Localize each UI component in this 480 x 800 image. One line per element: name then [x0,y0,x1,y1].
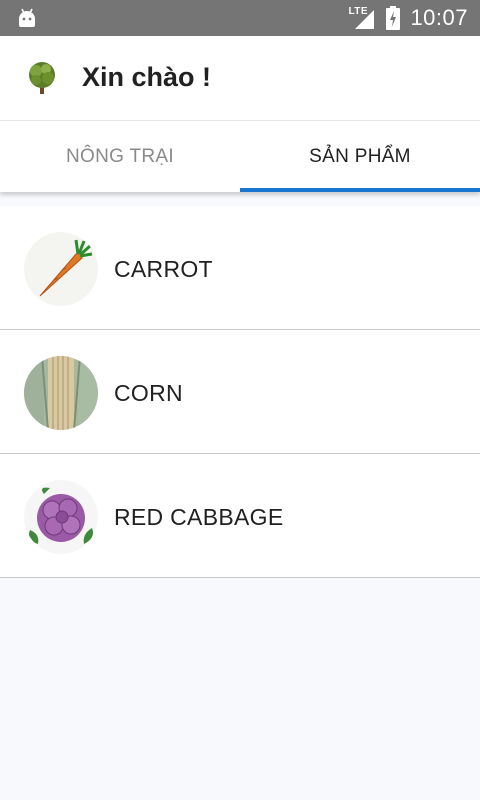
tab-san-pham[interactable]: SẢN PHẨM [240,121,480,192]
signal-icon: LTE [348,6,376,30]
page-title: Xin chào ! [82,62,212,92]
tab-nong-trai[interactable]: NÔNG TRẠI [0,121,240,192]
product-name: CORN [114,380,183,406]
product-name: RED CABBAGE [114,504,284,530]
tab-bar: NÔNG TRẠI SẢN PHẨM [0,120,480,192]
list-item-carrot[interactable]: CARROT [0,206,480,330]
list-item-corn[interactable]: CORN [0,330,480,454]
status-bar: LTE 10:07 [0,0,480,36]
list-item-red-cabbage[interactable]: RED CABBAGE [0,454,480,578]
battery-icon [386,6,401,30]
tree-icon [29,62,55,94]
clock: 10:07 [410,5,468,30]
product-name: CARROT [114,256,213,282]
app-bar: Xin chào ! [0,36,480,120]
carrot-icon [24,232,98,306]
corn-icon [24,356,98,430]
product-list: CARROT CORN RED CABBAGE [0,206,480,578]
android-icon [19,8,35,27]
red-cabbage-icon [24,480,98,554]
